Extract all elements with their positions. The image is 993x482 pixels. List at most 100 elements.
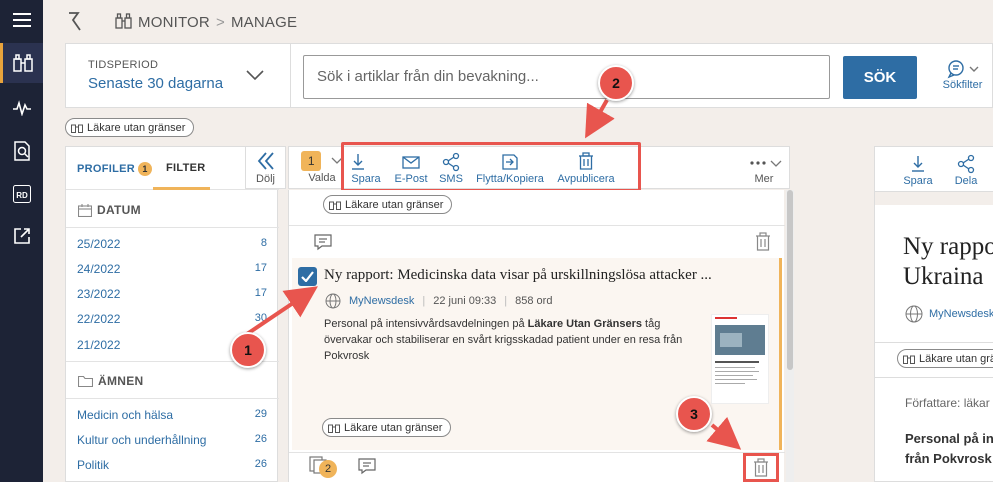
selected-count-badge: 1 <box>301 151 322 171</box>
date-section-label: DATUM <box>97 203 141 217</box>
topic-label: Medicin och hälsa <box>77 408 174 422</box>
filter-date-row[interactable]: 25/2022 8 <box>66 232 279 256</box>
breadcrumb: MONITOR > MANAGE <box>115 13 297 32</box>
filter-topic-row[interactable]: Medicin och hälsa 29 <box>66 403 279 427</box>
date-label: 24/2022 <box>77 262 121 276</box>
search-filter-button[interactable]: Sökfilter <box>935 59 990 91</box>
preview-lead-1: Personal på in <box>905 431 993 446</box>
binoculars-icon <box>903 355 915 364</box>
tab-profiles-label: PROFILER <box>77 163 136 175</box>
logo-icon[interactable] <box>67 11 83 34</box>
date-count: 17 <box>254 287 267 299</box>
search-document-icon[interactable] <box>0 131 43 171</box>
copies-badge: 2 <box>319 460 337 478</box>
more-button[interactable]: Mer <box>743 151 785 185</box>
hide-panel-button[interactable]: Dölj <box>245 146 286 189</box>
preview-title: Ny rappo Ukraina <box>903 232 993 292</box>
period-value: Senaste 30 dagarna <box>88 75 224 92</box>
calendar-icon <box>78 203 92 217</box>
preview-save-label: Spara <box>903 175 933 187</box>
date-count: 17 <box>254 262 267 274</box>
binoculars-icon <box>329 201 341 210</box>
unpublish-trash-button[interactable] <box>743 453 779 482</box>
preview-title-line: Ukraina <box>903 263 984 290</box>
chip-label: Läkare utan gränser <box>919 352 993 365</box>
toolbar-highlight <box>341 142 641 192</box>
article-profile-chip[interactable]: Läkare utan gränser <box>323 195 453 214</box>
filter-panel: PROFILER 1 FILTER DATUM 25/2022 8 24/2022 1… <box>65 146 279 482</box>
article-thumbnail[interactable] <box>711 314 769 404</box>
binoculars-icon <box>115 13 132 32</box>
filter-topic-row[interactable]: Politik 26 <box>66 453 279 477</box>
search-input[interactable]: Sök i artiklar från din bevakning... <box>303 55 830 99</box>
tab-profiles[interactable]: PROFILER 1 <box>77 162 153 176</box>
comment-icon[interactable] <box>358 457 376 478</box>
external-link-icon[interactable] <box>0 216 43 256</box>
selected-count[interactable]: 1 Valda <box>297 151 347 184</box>
article-profile-chip[interactable]: Läkare utan gränser <box>322 418 452 437</box>
rd-icon[interactable]: RD <box>0 174 43 214</box>
date-label: 21/2022 <box>77 338 121 352</box>
globe-icon <box>905 305 923 323</box>
topic-count: 26 <box>254 458 267 470</box>
date-label: 22/2022 <box>77 312 121 326</box>
hide-label: Dölj <box>256 173 275 185</box>
folder-icon <box>78 375 93 387</box>
article-checkbox[interactable] <box>298 267 317 286</box>
preview-profile-chip[interactable]: Läkare utan gränser <box>897 349 993 368</box>
app-rail: RD <box>0 0 43 482</box>
date-label: 23/2022 <box>77 287 121 301</box>
chip-label: Läkare utan gränser <box>345 198 444 211</box>
chevron-down-icon <box>246 69 264 84</box>
date-label: 25/2022 <box>77 237 121 251</box>
breadcrumb-monitor[interactable]: MONITOR <box>138 14 210 31</box>
filter-date-row[interactable]: 22/2022 30 <box>66 307 279 331</box>
globe-icon <box>325 293 341 309</box>
topic-count: 26 <box>254 433 267 445</box>
article-source[interactable]: MyNewsdesk <box>349 295 414 307</box>
preview-share-button[interactable]: Dela <box>949 153 983 187</box>
annotation-marker-2: 2 <box>598 65 634 101</box>
chip-label: Läkare utan gränser <box>87 121 186 134</box>
topic-count: 29 <box>254 408 267 420</box>
filter-date-row[interactable]: 23/2022 17 <box>66 282 279 306</box>
filter-date-row[interactable]: 24/2022 17 <box>66 257 279 281</box>
trash-icon[interactable] <box>754 232 772 255</box>
search-bar: TIDSPERIOD Senaste 30 dagarna Sök i arti… <box>65 43 993 108</box>
topics-section-label: ÄMNEN <box>98 374 144 388</box>
monitor-icon[interactable] <box>0 43 43 83</box>
date-count: 30 <box>254 312 267 324</box>
chip-label: Läkare utan gränser <box>344 421 443 434</box>
tab-filter-label: FILTER <box>166 162 206 174</box>
more-icon <box>750 160 782 167</box>
active-profile-chip[interactable]: Läkare utan gränser <box>65 118 195 137</box>
comment-icon[interactable] <box>314 233 332 254</box>
topics-section-header[interactable]: ÄMNEN <box>78 374 144 388</box>
preview-share-label: Dela <box>954 175 978 187</box>
breadcrumb-separator: > <box>215 14 225 31</box>
article-date: 22 juni 09:33 <box>433 295 497 307</box>
annotation-marker-1: 1 <box>230 332 266 368</box>
preview-save-button[interactable]: Spara <box>901 153 935 187</box>
scrollbar-thumb[interactable] <box>787 190 793 370</box>
article-words: 858 ord <box>515 295 553 307</box>
topic-label: Politik <box>77 458 110 472</box>
breadcrumb-manage: MANAGE <box>230 14 298 31</box>
share-icon <box>957 154 975 174</box>
more-label: Mer <box>754 173 774 185</box>
menu-icon[interactable] <box>0 0 43 40</box>
preview-source[interactable]: MyNewsdesk <box>929 308 993 320</box>
period-selector[interactable]: TIDSPERIOD Senaste 30 dagarna <box>66 44 291 107</box>
top-bar: MONITOR > MANAGE <box>43 0 993 43</box>
double-chevron-left-icon <box>257 152 274 170</box>
list-scrollbar[interactable] <box>786 190 794 482</box>
excerpt-text: Personal på intensivvårdsavdelningen på <box>324 318 528 330</box>
search-button[interactable]: SÖK <box>843 56 917 99</box>
activity-icon[interactable] <box>0 88 43 128</box>
binoculars-icon <box>71 124 83 133</box>
date-section-header[interactable]: DATUM <box>78 203 141 217</box>
tab-filter[interactable]: FILTER <box>153 162 210 190</box>
topic-label: Kultur och underhållning <box>77 433 207 447</box>
article-title[interactable]: Ny rapport: Medicinska data visar på urs… <box>324 267 764 284</box>
filter-topic-row[interactable]: Kultur och underhållning 26 <box>66 428 279 452</box>
